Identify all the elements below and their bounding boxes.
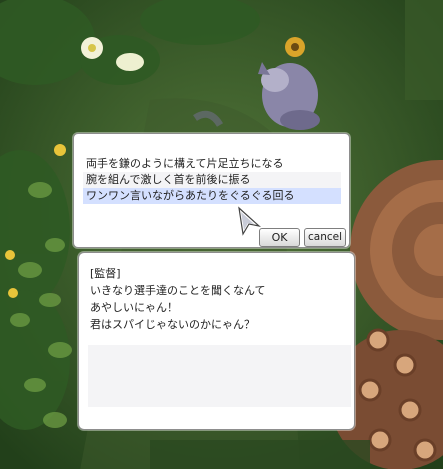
menu-option[interactable]: 両手を鎌のように構えて片足立ちになる bbox=[83, 156, 341, 172]
dialog-window: [監督] いきなり選手達のことを聞くなんて あやしいにゃん！ 君はスパイじゃない… bbox=[78, 252, 355, 430]
menu-option-selected[interactable]: ワンワン言いながらあたりをぐるぐる回る bbox=[83, 188, 341, 204]
menu-option[interactable]: 腕を組んで激しく首を前後に振る bbox=[83, 172, 341, 188]
ok-button[interactable]: OK bbox=[259, 228, 300, 247]
dialog-text: [監督] いきなり選手達のことを聞くなんて あやしいにゃん！ 君はスパイじゃない… bbox=[90, 265, 345, 333]
dialog-line: 君はスパイじゃないのかにゃん？ bbox=[90, 318, 255, 331]
dialog-line: いきなり選手達のことを聞くなんて bbox=[90, 284, 266, 297]
menu-option-list: 両手を鎌のように構えて片足立ちになる 腕を組んで激しく首を前後に振る ワンワン言… bbox=[83, 156, 341, 204]
cancel-button[interactable]: cancel bbox=[304, 228, 346, 247]
dialog-empty-area bbox=[88, 345, 351, 407]
mouse-cursor-icon bbox=[238, 206, 262, 236]
speaker-name: [監督] bbox=[90, 267, 121, 280]
dialog-line: あやしいにゃん！ bbox=[90, 301, 178, 314]
